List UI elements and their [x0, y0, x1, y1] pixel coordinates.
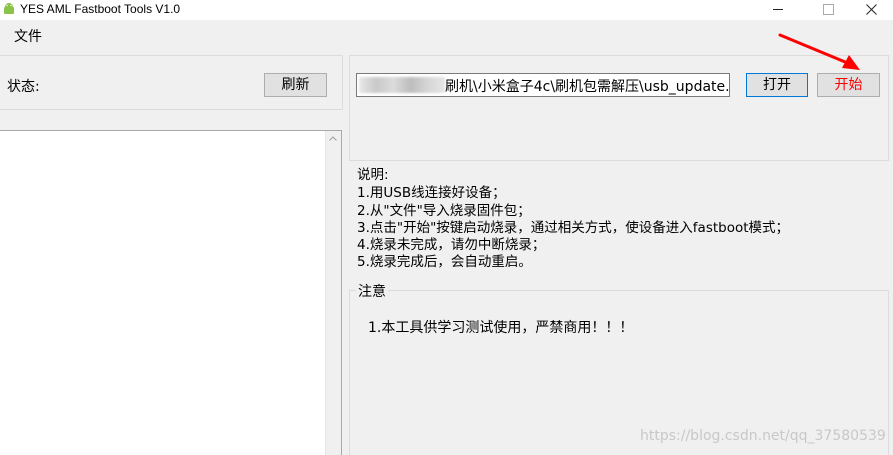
instructions-title: 说明:	[357, 167, 389, 183]
app-window: YES AML Fastboot Tools V1.0 文件 状态: 刷新 刷机…	[0, 0, 893, 455]
menu-bar: 文件	[0, 20, 893, 50]
close-icon	[866, 4, 877, 15]
instructions-box: 说明: 1.用USB线连接好设备； 2.从"文件"导入烧录固件包； 3.点击"开…	[349, 160, 887, 273]
device-list[interactable]	[0, 130, 342, 455]
scroll-up-icon[interactable]	[329, 136, 337, 141]
maximize-button[interactable]	[804, 0, 850, 20]
menu-file[interactable]: 文件	[12, 26, 44, 46]
window-title: YES AML Fastboot Tools V1.0	[20, 2, 181, 16]
close-button[interactable]	[848, 0, 893, 20]
blurred-path-segment	[359, 77, 445, 93]
firmware-path-value: 刷机\小米盒子4c\刷机包需解压\usb_update.b	[445, 79, 730, 95]
notice-text: 1.本工具供学习测试使用，严禁商用！！！	[368, 320, 634, 336]
status-label: 状态:	[7, 79, 40, 95]
notice-legend: 注意	[356, 281, 388, 301]
firmware-path-input[interactable]: 刷机\小米盒子4c\刷机包需解压\usb_update.b	[356, 73, 730, 97]
title-bar: YES AML Fastboot Tools V1.0	[0, 0, 893, 20]
vertical-scrollbar[interactable]	[325, 131, 341, 455]
watermark: https://blog.csdn.net/qq_37580539	[640, 428, 886, 444]
refresh-button[interactable]: 刷新	[264, 73, 327, 97]
android-icon	[2, 2, 16, 16]
instruction-line: 1.用USB线连接好设备；	[357, 185, 506, 201]
instruction-line: 5.烧录完成后，会自动重启。	[357, 254, 532, 270]
annotation-arrow-icon	[778, 33, 860, 70]
minimize-button[interactable]	[754, 0, 800, 20]
